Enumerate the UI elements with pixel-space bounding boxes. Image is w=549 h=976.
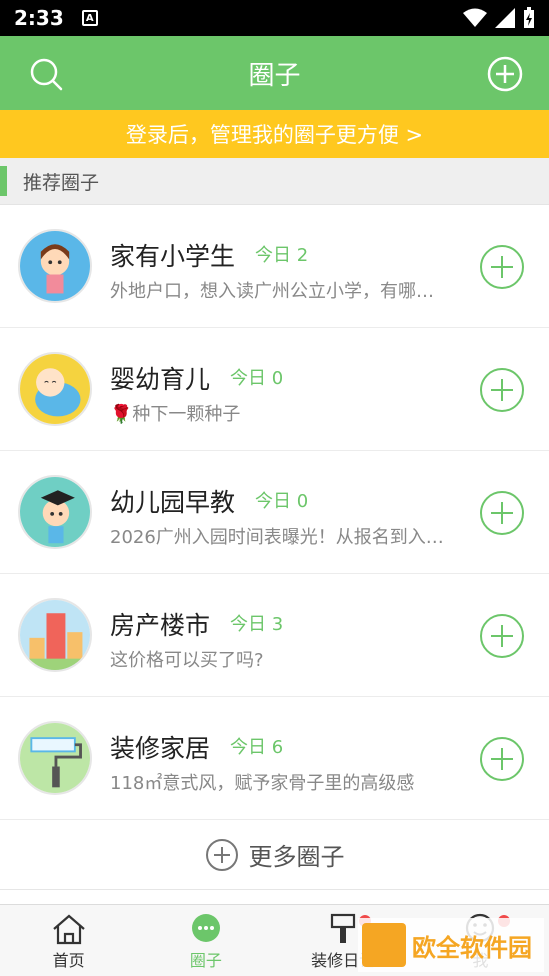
join-circle-icon[interactable] [479, 367, 525, 413]
circle-row[interactable]: 装修家居 今日 6 118㎡意式风，赋予家骨子里的高级感 [0, 697, 549, 820]
building-icon [20, 600, 90, 670]
circle-name: 房产楼市 [110, 611, 211, 640]
circle-avatar-property [18, 598, 92, 672]
login-banner[interactable]: 登录后，管理我的圈子更方便 > [0, 110, 549, 158]
status-icons [463, 7, 535, 29]
join-circle-icon[interactable] [479, 736, 525, 782]
app-header: 圈子 [0, 36, 549, 110]
circle-row[interactable]: 家有小学生 今日 2 外地户口，想入读广州公立小学，有哪… [0, 205, 549, 328]
battery-icon [524, 7, 534, 28]
join-circle-icon[interactable] [479, 613, 525, 659]
tab-circles[interactable]: 圈子 [137, 905, 274, 976]
tab-home-label: 首页 [52, 951, 85, 970]
circle-avatar-decoration [18, 721, 92, 795]
search-icon[interactable] [28, 56, 64, 92]
signal-icon [495, 8, 515, 28]
watermark: 欧全软件园 [358, 918, 544, 972]
circle-row[interactable]: 幼儿园早教 今日 0 2026广州入园时间表曝光！从报名到入… [0, 451, 549, 574]
circle-today-count: 今日 0 [255, 491, 309, 512]
circle-row[interactable]: 婴幼育儿 今日 0 🌹种下一颗种子 [0, 328, 549, 451]
baby-icon [20, 354, 90, 424]
circle-today-count: 今日 3 [230, 614, 284, 635]
paint-roller-icon [20, 723, 90, 793]
login-banner-text: 登录后，管理我的圈子更方便 > [125, 123, 424, 147]
wifi-icon [463, 8, 487, 27]
status-time: 2:33 [14, 6, 64, 30]
join-circle-icon[interactable] [479, 244, 525, 290]
circle-name: 家有小学生 [110, 242, 236, 271]
status-bar: 2:33 A [0, 0, 549, 36]
tab-home[interactable]: 首页 [0, 905, 137, 976]
circle-today-count: 今日 0 [230, 368, 284, 389]
home-icon [52, 914, 85, 945]
girl-student-icon [20, 231, 90, 301]
circle-name: 幼儿园早教 [110, 488, 236, 517]
notification-icon: A [81, 10, 98, 26]
section-accent-bar [0, 166, 7, 196]
graduate-kid-icon [20, 477, 90, 547]
circle-today-count: 今日 6 [230, 737, 284, 758]
chat-bubble-icon [191, 914, 220, 942]
circle-list: 家有小学生 今日 2 外地户口，想入读广州公立小学，有哪… 婴幼育儿 今日 0 … [0, 205, 549, 820]
section-title: 推荐圈子 [23, 171, 100, 194]
circle-name: 婴幼育儿 [110, 365, 211, 394]
more-circles-label: 更多圈子 [248, 843, 345, 871]
section-header: 推荐圈子 [0, 158, 549, 205]
circle-today-count: 今日 2 [255, 245, 309, 266]
circle-latest-post: 2026广州入园时间表曝光！从报名到入… [110, 527, 444, 548]
watermark-text: 欧全软件园 [412, 933, 532, 962]
circle-avatar-kindergarten [18, 475, 92, 549]
watermark-logo-icon [362, 923, 406, 967]
circle-name: 装修家居 [110, 734, 211, 763]
circle-latest-post: 🌹种下一颗种子 [110, 404, 241, 425]
tab-circles-label: 圈子 [189, 951, 222, 970]
add-circle-icon[interactable] [487, 56, 523, 92]
more-circles-button[interactable]: 更多圈子 [0, 820, 549, 890]
circle-row[interactable]: 房产楼市 今日 3 这价格可以买了吗? [0, 574, 549, 697]
paint-brush-icon [331, 913, 356, 943]
circle-latest-post: 118㎡意式风，赋予家骨子里的高级感 [110, 773, 415, 794]
circle-latest-post: 外地户口，想入读广州公立小学，有哪… [110, 281, 434, 302]
circle-latest-post: 这价格可以买了吗? [110, 650, 264, 671]
page-title: 圈子 [248, 60, 301, 91]
circle-avatar-student [18, 229, 92, 303]
circle-avatar-baby [18, 352, 92, 426]
join-circle-icon[interactable] [479, 490, 525, 536]
plus-circle-icon [205, 838, 238, 871]
